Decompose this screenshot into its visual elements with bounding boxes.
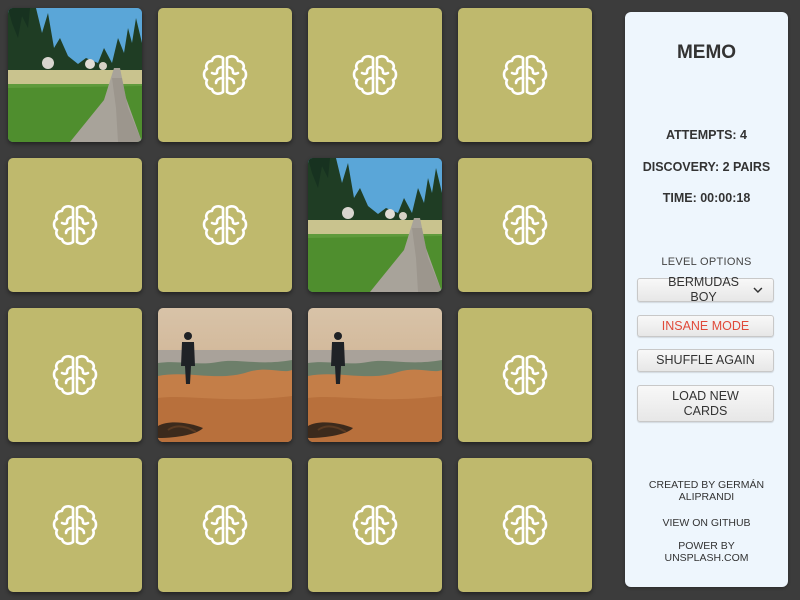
credit-text: CREATED BY GERMÁN ALIPRANDI	[648, 479, 765, 503]
brain-icon	[502, 505, 548, 545]
chevron-down-icon	[753, 287, 763, 293]
card-revealed-forest-path	[308, 158, 442, 292]
brain-icon	[52, 355, 98, 395]
brain-icon	[202, 55, 248, 95]
brain-icon	[502, 355, 548, 395]
card-hidden[interactable]	[8, 158, 142, 292]
github-link[interactable]: VIEW ON GITHUB	[635, 517, 778, 529]
load-new-cards-button[interactable]: LOAD NEW CARDS	[637, 385, 774, 422]
brain-icon	[52, 205, 98, 245]
man-on-shore-image	[158, 308, 292, 442]
card-hidden[interactable]	[8, 308, 142, 442]
shuffle-again-button[interactable]: SHUFFLE AGAIN	[637, 349, 774, 372]
card-revealed-forest-path	[8, 8, 142, 142]
card-hidden[interactable]	[158, 8, 292, 142]
level-select[interactable]: BERMUDAS BOY	[637, 275, 774, 304]
brain-icon	[52, 505, 98, 545]
brain-icon	[352, 55, 398, 95]
card-hidden[interactable]	[158, 458, 292, 592]
card-hidden[interactable]	[458, 158, 592, 292]
brain-icon	[352, 505, 398, 545]
game-title: MEMO	[676, 42, 737, 63]
level-options-label: LEVEL OPTIONS	[661, 256, 752, 268]
card-hidden[interactable]	[308, 458, 442, 592]
forest-path-image	[308, 158, 442, 292]
insane-mode-button[interactable]: INSANE MODE	[637, 315, 774, 337]
card-hidden[interactable]	[458, 458, 592, 592]
side-panel: MEMO ATTEMPTS: 4 DISCOVERY: 2 PAIRS TIME…	[625, 12, 788, 587]
card-hidden[interactable]	[458, 8, 592, 142]
card-revealed-man-on-shore	[158, 308, 292, 442]
brain-icon	[502, 205, 548, 245]
man-on-shore-image	[308, 308, 442, 442]
level-select-value: BERMUDAS BOY	[668, 275, 739, 304]
card-hidden[interactable]	[158, 158, 292, 292]
card-hidden[interactable]	[308, 8, 442, 142]
attempts-counter: ATTEMPTS: 4	[665, 128, 748, 142]
card-revealed-man-on-shore	[308, 308, 442, 442]
powered-by-text: POWER BY UNSPLASH.COM	[664, 540, 749, 564]
card-hidden[interactable]	[458, 308, 592, 442]
forest-path-image	[8, 8, 142, 142]
brain-icon	[202, 505, 248, 545]
discovery-counter: DISCOVERY: 2 PAIRS	[642, 160, 771, 174]
brain-icon	[202, 205, 248, 245]
card-board	[0, 0, 610, 600]
brain-icon	[502, 55, 548, 95]
card-hidden[interactable]	[8, 458, 142, 592]
timer: TIME: 00:00:18	[662, 191, 751, 205]
